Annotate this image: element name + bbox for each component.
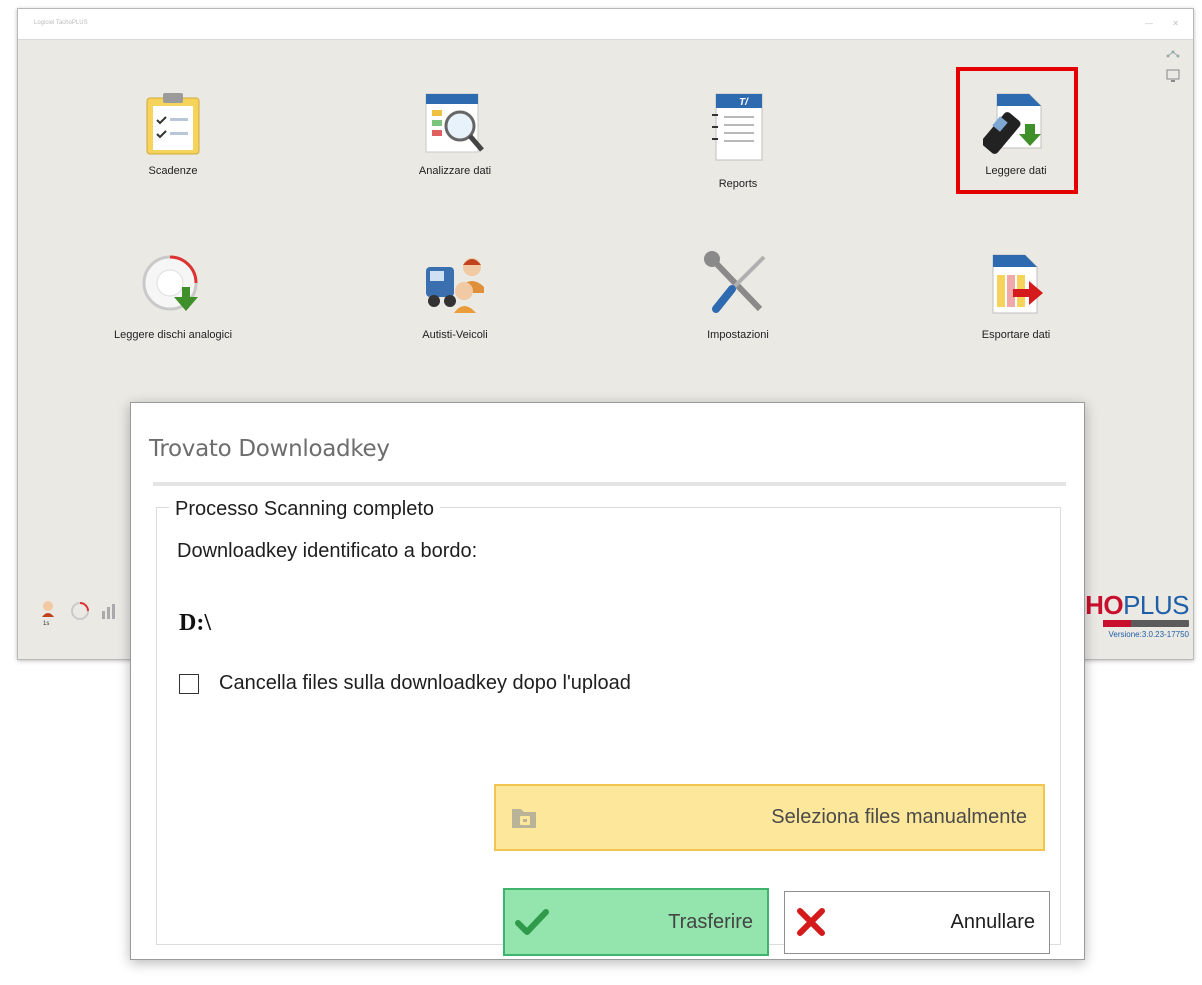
close-x-icon: [795, 906, 827, 943]
tile-leggere-dischi-analogici[interactable]: Leggere dischi analogici: [78, 249, 268, 379]
transfer-label: Trasferire: [668, 911, 753, 933]
tile-label-leggere-dischi-analogici: Leggere dischi analogici: [113, 329, 233, 341]
tile-label-esportare-dati: Esportare dati: [981, 329, 1051, 341]
tile-label-autisti-veicoli: Autisti-Veicoli: [422, 329, 488, 341]
highlight-frame: [956, 67, 1078, 194]
document-magnifier-icon: [420, 90, 490, 161]
scan-result-group: Processo Scanning completo Downloadkey i…: [156, 498, 1061, 956]
found-label: Downloadkey identificato a bordo:: [177, 540, 478, 562]
minimize-button[interactable]: —: [1145, 19, 1153, 28]
transfer-button[interactable]: Trasferire: [503, 888, 769, 956]
tile-autisti-veicoli[interactable]: Autisti-Veicoli: [360, 249, 550, 379]
clipboard-checklist-icon: [143, 90, 203, 161]
driver-status-icon: 1s: [42, 601, 54, 627]
truck-drivers-icon: [420, 253, 490, 320]
tile-impostazioni[interactable]: Impostazioni: [643, 249, 833, 379]
monitor-icon[interactable]: [1165, 69, 1181, 83]
tile-esportare-dati[interactable]: Esportare dati: [921, 249, 1111, 379]
cancel-button[interactable]: Annullare: [784, 891, 1050, 954]
drive-letter: D:\: [179, 610, 211, 636]
svg-text:1s: 1s: [43, 621, 49, 627]
tile-scadenze[interactable]: Scadenze: [78, 84, 268, 214]
select-files-button[interactable]: Seleziona files manualmente: [494, 784, 1045, 851]
tile-label-reports: Reports: [718, 178, 758, 190]
tile-label-impostazioni: Impostazioni: [707, 329, 769, 341]
side-toolbar: [1165, 47, 1185, 91]
dialog-title: Trovato Downloadkey: [149, 436, 390, 462]
dialog-separator: [153, 482, 1066, 486]
svg-text:T/: T/: [739, 97, 749, 108]
chart-status-icon: [102, 604, 115, 619]
downloadkey-dialog: Trovato Downloadkey Processo Scanning co…: [130, 402, 1085, 960]
tachoplus-logo: HOPLUS Versione:3.0.23-17750: [1085, 590, 1189, 639]
tachograph-disc-download-icon: [140, 253, 206, 320]
cancel-label: Annullare: [950, 911, 1035, 933]
tile-reports[interactable]: T/ Reports: [643, 84, 833, 214]
disc-status-icon: [71, 602, 89, 620]
wrench-screwdriver-icon: [702, 251, 774, 322]
tile-label-scadenze: Scadenze: [148, 165, 198, 177]
title-bar: Logiciel TachoPLUS — ✕: [18, 9, 1193, 40]
folder-icon: [510, 803, 538, 836]
delete-after-upload-checkbox[interactable]: [179, 674, 199, 694]
export-document-icon: [985, 251, 1047, 322]
tile-analizzare-dati[interactable]: Analizzare dati: [360, 84, 550, 214]
delete-after-upload-label[interactable]: Cancella files sulla downloadkey dopo l'…: [219, 672, 631, 695]
report-document-icon: T/: [708, 90, 768, 169]
version-label: Versione:3.0.23-17750: [1108, 630, 1189, 639]
close-button[interactable]: ✕: [1172, 19, 1179, 28]
select-files-label: Seleziona files manualmente: [771, 806, 1027, 828]
checkmark-icon: [515, 907, 549, 942]
group-title: Processo Scanning completo: [169, 498, 441, 521]
window-title: Logiciel TachoPLUS: [34, 20, 88, 26]
network-icon[interactable]: [1165, 47, 1181, 61]
tile-label-analizzare-dati: Analizzare dati: [418, 165, 492, 177]
